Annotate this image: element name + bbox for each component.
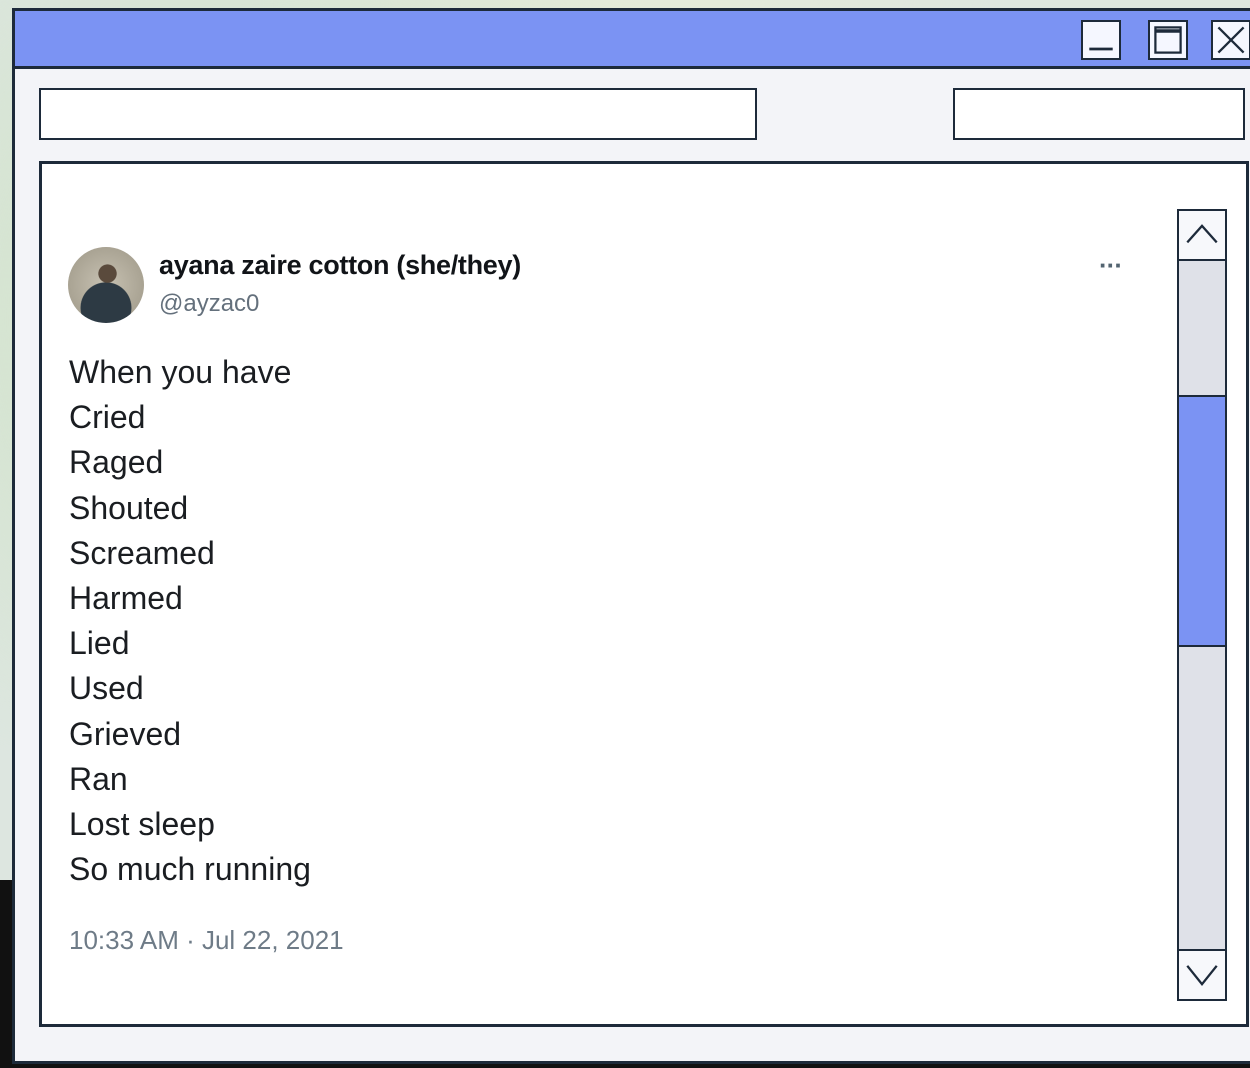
tweet-line: Lost sleep	[69, 806, 215, 843]
app-window: ayana zaire cotton (she/they) @ayzac0 ··…	[12, 8, 1250, 1064]
minimize-icon	[1089, 47, 1113, 51]
scroll-thumb[interactable]	[1179, 395, 1225, 647]
tweet-line: Cried	[69, 399, 146, 436]
content-panel: ayana zaire cotton (she/they) @ayzac0 ··…	[39, 161, 1249, 1027]
vertical-scrollbar[interactable]	[1177, 209, 1227, 1001]
close-button[interactable]	[1211, 20, 1250, 60]
tweet-line: Ran	[69, 760, 128, 797]
tweet-line: When you have	[69, 354, 292, 390]
more-options-icon[interactable]: ···	[1099, 250, 1123, 281]
tweet-line: Harmed	[69, 580, 183, 617]
tweet-line: Raged	[69, 444, 164, 481]
avatar[interactable]	[68, 247, 144, 323]
maximize-icon	[1154, 26, 1182, 54]
tweet-text: When you have Cried Raged Shouted Scream…	[69, 350, 311, 892]
tweet-timestamp[interactable]: 10:33 AM · Jul 22, 2021	[69, 925, 344, 956]
chevron-up-icon	[1186, 224, 1218, 244]
author-handle[interactable]: @ayzac0	[159, 290, 259, 318]
chevron-down-icon	[1186, 965, 1218, 987]
address-field[interactable]	[39, 88, 757, 140]
tweet-line: So much running	[69, 851, 311, 888]
title-bar	[15, 11, 1250, 69]
author-name[interactable]: ayana zaire cotton (she/they)	[159, 250, 521, 281]
tweet-line: Screamed	[69, 534, 215, 571]
tweet-line: Grieved	[69, 715, 182, 752]
minimize-button[interactable]	[1081, 20, 1121, 60]
close-icon	[1217, 26, 1245, 54]
search-field[interactable]	[953, 88, 1245, 140]
maximize-button[interactable]	[1148, 20, 1188, 60]
tweet-line: Shouted	[69, 489, 189, 526]
scroll-up-button[interactable]	[1177, 209, 1227, 261]
tweet-line: Used	[69, 670, 144, 707]
scroll-down-button[interactable]	[1177, 949, 1227, 1001]
tweet-line: Lied	[69, 625, 130, 662]
